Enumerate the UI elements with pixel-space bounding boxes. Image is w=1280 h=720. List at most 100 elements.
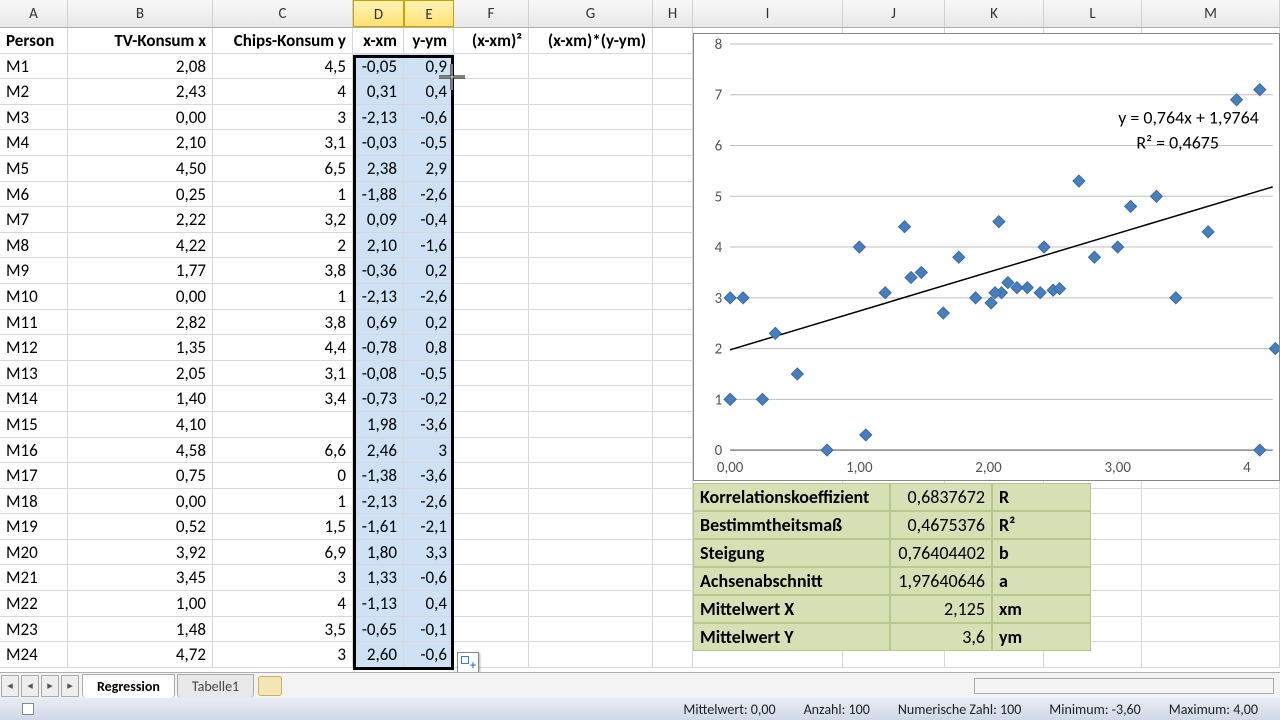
cell-B[interactable]: 4,58 xyxy=(68,438,213,464)
cell-F[interactable] xyxy=(454,565,529,591)
cell-E[interactable]: 3 xyxy=(404,438,454,464)
cell-A[interactable]: M18 xyxy=(0,489,68,515)
cell-C[interactable]: 3,5 xyxy=(213,617,353,643)
cell-C[interactable]: 6,5 xyxy=(213,156,353,182)
col-header-K[interactable]: K xyxy=(945,0,1044,27)
cell-C[interactable]: 3,8 xyxy=(213,310,353,336)
cell-B[interactable]: 3,92 xyxy=(68,540,213,566)
cell-B[interactable]: 0,75 xyxy=(68,463,213,489)
cell-H[interactable] xyxy=(653,233,693,259)
cell-A[interactable]: M5 xyxy=(0,156,68,182)
cell-G[interactable] xyxy=(529,335,653,361)
cell-M[interactable] xyxy=(1142,642,1280,668)
cell-A[interactable]: M6 xyxy=(0,182,68,208)
cell-H[interactable] xyxy=(653,207,693,233)
cell-H[interactable] xyxy=(653,310,693,336)
cell-B[interactable]: 2,22 xyxy=(68,207,213,233)
cell-C[interactable] xyxy=(213,412,353,438)
cell-G[interactable] xyxy=(529,361,653,387)
cell-H[interactable] xyxy=(653,463,693,489)
cell-C[interactable]: 4,5 xyxy=(213,54,353,80)
col-header-H[interactable]: H xyxy=(653,0,693,27)
cell-B[interactable]: 0,00 xyxy=(68,284,213,310)
cell-C[interactable]: 3 xyxy=(213,642,353,668)
cell-B[interactable]: 2,82 xyxy=(68,310,213,336)
cell-H[interactable] xyxy=(653,438,693,464)
cell-A[interactable]: M1 xyxy=(0,54,68,80)
header-cell-C[interactable]: Chips-Konsum y xyxy=(213,28,353,54)
cell-E[interactable]: -1,6 xyxy=(404,233,454,259)
cell-C[interactable]: 1 xyxy=(213,182,353,208)
cell-C[interactable]: 6,9 xyxy=(213,540,353,566)
cell-D[interactable]: 0,09 xyxy=(353,207,404,233)
tab-nav-last[interactable]: ▸ xyxy=(61,675,79,697)
sheet-tab-regression[interactable]: Regression xyxy=(82,674,175,698)
cell-C[interactable]: 3,8 xyxy=(213,258,353,284)
cell-A[interactable]: M23 xyxy=(0,617,68,643)
cell-G[interactable] xyxy=(529,258,653,284)
cell-D[interactable]: -2,13 xyxy=(353,105,404,131)
tab-nav-first[interactable]: ◂ xyxy=(1,675,19,697)
cell-G[interactable] xyxy=(529,617,653,643)
cell-G[interactable] xyxy=(529,540,653,566)
cell-C[interactable]: 1 xyxy=(213,489,353,515)
cell-E[interactable]: -3,6 xyxy=(404,412,454,438)
scatter-chart[interactable]: 0123456780,001,002,003,004y = 0,764x + 1… xyxy=(693,33,1280,481)
cell-E[interactable]: 0,2 xyxy=(404,310,454,336)
horizontal-scrollbar[interactable] xyxy=(974,678,1274,694)
cell-H[interactable] xyxy=(653,105,693,131)
cell-D[interactable]: -0,78 xyxy=(353,335,404,361)
cell-H[interactable] xyxy=(653,130,693,156)
cell-F[interactable] xyxy=(454,386,529,412)
cell-G[interactable] xyxy=(529,438,653,464)
cell-F[interactable] xyxy=(454,130,529,156)
cell-E[interactable]: 0,4 xyxy=(404,79,454,105)
header-cell-D[interactable]: x-xm xyxy=(353,28,404,54)
tab-nav-prev[interactable]: ◂ xyxy=(21,675,39,697)
cell-M[interactable] xyxy=(1142,489,1280,515)
cell-C[interactable]: 0 xyxy=(213,463,353,489)
cell-F[interactable] xyxy=(454,335,529,361)
cell-F[interactable] xyxy=(454,489,529,515)
cell-F[interactable] xyxy=(454,463,529,489)
record-macro-icon[interactable] xyxy=(22,703,34,715)
cell-G[interactable] xyxy=(529,207,653,233)
cell-D[interactable]: -0,73 xyxy=(353,386,404,412)
cell-H[interactable] xyxy=(653,540,693,566)
cell-E[interactable]: -0,6 xyxy=(404,565,454,591)
col-header-B[interactable]: B xyxy=(68,0,213,27)
cell-H[interactable] xyxy=(653,182,693,208)
cell-D[interactable]: -2,13 xyxy=(353,489,404,515)
cell-A[interactable]: M15 xyxy=(0,412,68,438)
cell-B[interactable]: 4,72 xyxy=(68,642,213,668)
cell-E[interactable]: -0,2 xyxy=(404,386,454,412)
autofill-options-icon[interactable] xyxy=(457,652,479,674)
cell-F[interactable] xyxy=(454,514,529,540)
cell-C[interactable]: 3 xyxy=(213,565,353,591)
cell-H[interactable] xyxy=(653,258,693,284)
cell-A[interactable]: M16 xyxy=(0,438,68,464)
cell-B[interactable]: 4,10 xyxy=(68,412,213,438)
cell-F[interactable] xyxy=(454,438,529,464)
cell-D[interactable]: -1,38 xyxy=(353,463,404,489)
header-cell-F[interactable]: (x-xm)² xyxy=(454,28,529,54)
cell-G[interactable] xyxy=(529,412,653,438)
cell-H[interactable] xyxy=(653,335,693,361)
cell-D[interactable]: -0,05 xyxy=(353,54,404,80)
cell-F[interactable] xyxy=(454,105,529,131)
cell-A[interactable]: M22 xyxy=(0,591,68,617)
cell-A[interactable]: M9 xyxy=(0,258,68,284)
cell-A[interactable]: M10 xyxy=(0,284,68,310)
cell-F[interactable] xyxy=(454,156,529,182)
cell-G[interactable] xyxy=(529,591,653,617)
cell-H[interactable] xyxy=(653,489,693,515)
cell-D[interactable]: -1,61 xyxy=(353,514,404,540)
cell-E[interactable]: 3,3 xyxy=(404,540,454,566)
cell-B[interactable]: 0,00 xyxy=(68,105,213,131)
cell-H[interactable] xyxy=(653,284,693,310)
cell-C[interactable]: 6,6 xyxy=(213,438,353,464)
cell-E[interactable]: 0,2 xyxy=(404,258,454,284)
header-cell-E[interactable]: y-ym xyxy=(404,28,454,54)
cell-D[interactable]: 1,80 xyxy=(353,540,404,566)
cell-E[interactable]: 0,4 xyxy=(404,591,454,617)
